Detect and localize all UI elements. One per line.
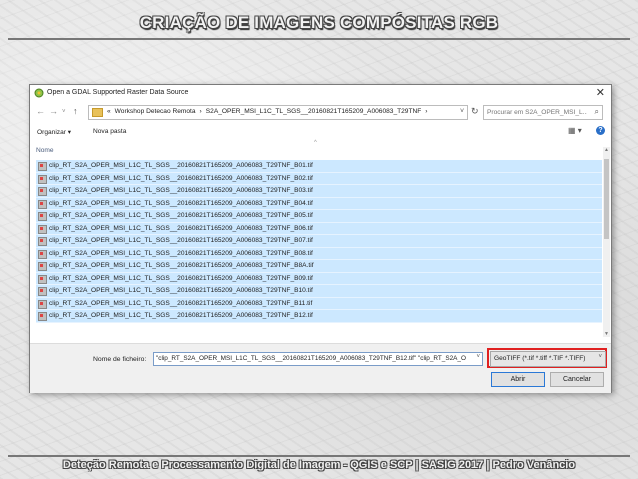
file-row[interactable]: clip_RT_S2A_OPER_MSI_L1C_TL_SGS__2016082… [36,197,602,210]
file-name: clip_RT_S2A_OPER_MSI_L1C_TL_SGS__2016082… [49,174,313,182]
file-row[interactable]: clip_RT_S2A_OPER_MSI_L1C_TL_SGS__2016082… [36,172,602,185]
breadcrumb-separator: › [425,108,428,115]
filename-dropdown-icon[interactable]: ˅ [476,354,480,360]
raster-file-icon [38,274,47,284]
filename-input[interactable] [154,353,472,364]
raster-file-icon [38,199,47,209]
title-divider [8,38,630,40]
filename-label: Nome de ficheiro: [93,356,147,363]
file-row[interactable]: clip_RT_S2A_OPER_MSI_L1C_TL_SGS__2016082… [36,285,602,298]
qgis-icon [34,88,44,98]
search-box: ⌕ [483,105,603,120]
breadcrumb: «Workshop Detecao Remota › S2A_OPER_MSI_L1… [107,108,432,115]
view-options-icon[interactable]: ▦ ▾ [568,126,582,135]
dialog-titlebar: Open a GDAL Supported Raster Data Source… [30,85,611,101]
sort-caret-icon: ^ [314,140,317,146]
help-icon[interactable]: ? [596,126,605,135]
address-row: ← → ˅ ↑ «Workshop Detecao Remota › S2A_OPE… [30,103,611,121]
raster-file-icon [38,312,47,321]
slide-title: CRIAÇÃO DE IMAGENS COMPÓSITAS RGB [139,13,499,32]
address-dropdown-icon[interactable]: ˅ [460,108,464,115]
file-row[interactable]: clip_RT_S2A_OPER_MSI_L1C_TL_SGS__2016082… [36,310,602,323]
file-name: clip_RT_S2A_OPER_MSI_L1C_TL_SGS__2016082… [49,212,313,219]
dialog-title: Open a GDAL Supported Raster Data Source [47,89,189,96]
file-name: clip_RT_S2A_OPER_MSI_L1C_TL_SGS__2016082… [49,312,313,319]
column-header-name[interactable]: Nome [36,147,54,154]
file-type-filter[interactable]: GeoTIFF (*.tif *.tiff *.TIF *.TIFF) ˅ [490,351,606,367]
forward-arrow-icon[interactable]: → [49,106,58,116]
recent-dropdown-icon[interactable]: ˅ [62,109,66,115]
raster-file-icon [38,237,47,246]
search-input[interactable] [484,106,587,118]
scroll-up-icon[interactable]: ▲ [603,147,610,153]
raster-file-icon [38,187,47,196]
file-row[interactable]: clip_RT_S2A_OPER_MSI_L1C_TL_SGS__2016082… [36,297,602,310]
close-icon[interactable]: ✕ [596,86,605,99]
organize-button[interactable]: Organizar ▾ [37,128,71,136]
chevron-down-icon: ˅ [598,354,602,360]
refresh-icon[interactable]: ↻ [471,106,479,117]
file-name: clip_RT_S2A_OPER_MSI_L1C_TL_SGS__2016082… [49,287,313,294]
footer-divider [8,455,630,457]
raster-file-icon [38,212,47,221]
file-row[interactable]: clip_RT_S2A_OPER_MSI_L1C_TL_SGS__2016082… [36,272,602,285]
raster-file-icon [38,162,47,171]
up-arrow-icon[interactable]: ↑ [73,106,78,116]
breadcrumb-separator: › [199,108,202,115]
dialog-footer: Nome de ficheiro: ˅ GeoTIFF (*.tif *.tif… [30,343,611,393]
folder-icon [92,108,103,117]
file-row[interactable]: clip_RT_S2A_OPER_MSI_L1C_TL_SGS__2016082… [36,210,602,223]
cancel-button[interactable]: Cancelar [550,372,604,387]
file-name: clip_RT_S2A_OPER_MSI_L1C_TL_SGS__2016082… [49,162,313,169]
breadcrumb-item-s2a-folder[interactable]: S2A_OPER_MSI_L1C_TL_SGS__20160821T165209… [206,108,422,115]
open-file-dialog: Open a GDAL Supported Raster Data Source… [29,84,612,393]
file-name: clip_RT_S2A_OPER_MSI_L1C_TL_SGS__2016082… [49,199,313,207]
dialog-toolbar: Organizar ▾ Nova pasta ▦ ▾ ? [30,125,611,139]
scroll-down-icon[interactable]: ▼ [603,331,610,337]
scrollbar-thumb[interactable] [604,159,609,239]
raster-file-icon [38,287,47,296]
file-type-filter-value: GeoTIFF (*.tif *.tiff *.TIF *.TIFF) [494,355,586,362]
file-name: clip_RT_S2A_OPER_MSI_L1C_TL_SGS__2016082… [49,274,313,282]
raster-file-icon [38,174,47,184]
raster-file-icon [38,249,47,259]
file-name: clip_RT_S2A_OPER_MSI_L1C_TL_SGS__2016082… [49,249,313,257]
file-row[interactable]: clip_RT_S2A_OPER_MSI_L1C_TL_SGS__2016082… [36,260,602,273]
address-bar[interactable]: «Workshop Detecao Remota › S2A_OPER_MSI_L1… [88,105,468,120]
raster-file-icon [38,262,47,271]
search-icon: ⌕ [594,107,599,116]
file-name: clip_RT_S2A_OPER_MSI_L1C_TL_SGS__2016082… [49,187,313,194]
file-row[interactable]: clip_RT_S2A_OPER_MSI_L1C_TL_SGS__2016082… [36,222,602,235]
filename-field: ˅ [153,352,483,366]
vertical-scrollbar[interactable]: ▲ ▼ [603,147,610,337]
file-list: clip_RT_S2A_OPER_MSI_L1C_TL_SGS__2016082… [36,160,602,332]
file-row[interactable]: clip_RT_S2A_OPER_MSI_L1C_TL_SGS__2016082… [36,247,602,260]
raster-file-icon [38,299,47,309]
file-name: clip_RT_S2A_OPER_MSI_L1C_TL_SGS__2016082… [49,299,313,307]
file-name: clip_RT_S2A_OPER_MSI_L1C_TL_SGS__2016082… [49,237,313,244]
file-row[interactable]: clip_RT_S2A_OPER_MSI_L1C_TL_SGS__2016082… [36,160,602,173]
file-row[interactable]: clip_RT_S2A_OPER_MSI_L1C_TL_SGS__2016082… [36,235,602,248]
breadcrumb-item-workshop[interactable]: Workshop Detecao Remota [115,108,196,115]
file-name: clip_RT_S2A_OPER_MSI_L1C_TL_SGS__2016082… [49,224,313,232]
file-name: clip_RT_S2A_OPER_MSI_L1C_TL_SGS__2016082… [49,262,314,269]
slide-footer: Deteção Remota e Processamento Digital d… [62,459,576,471]
new-folder-button[interactable]: Nova pasta [93,128,126,135]
raster-file-icon [38,224,47,234]
back-arrow-icon[interactable]: ← [36,106,45,116]
breadcrumb-overflow[interactable]: « [107,108,111,115]
open-button[interactable]: Abrir [491,372,545,387]
file-row[interactable]: clip_RT_S2A_OPER_MSI_L1C_TL_SGS__2016082… [36,185,602,198]
